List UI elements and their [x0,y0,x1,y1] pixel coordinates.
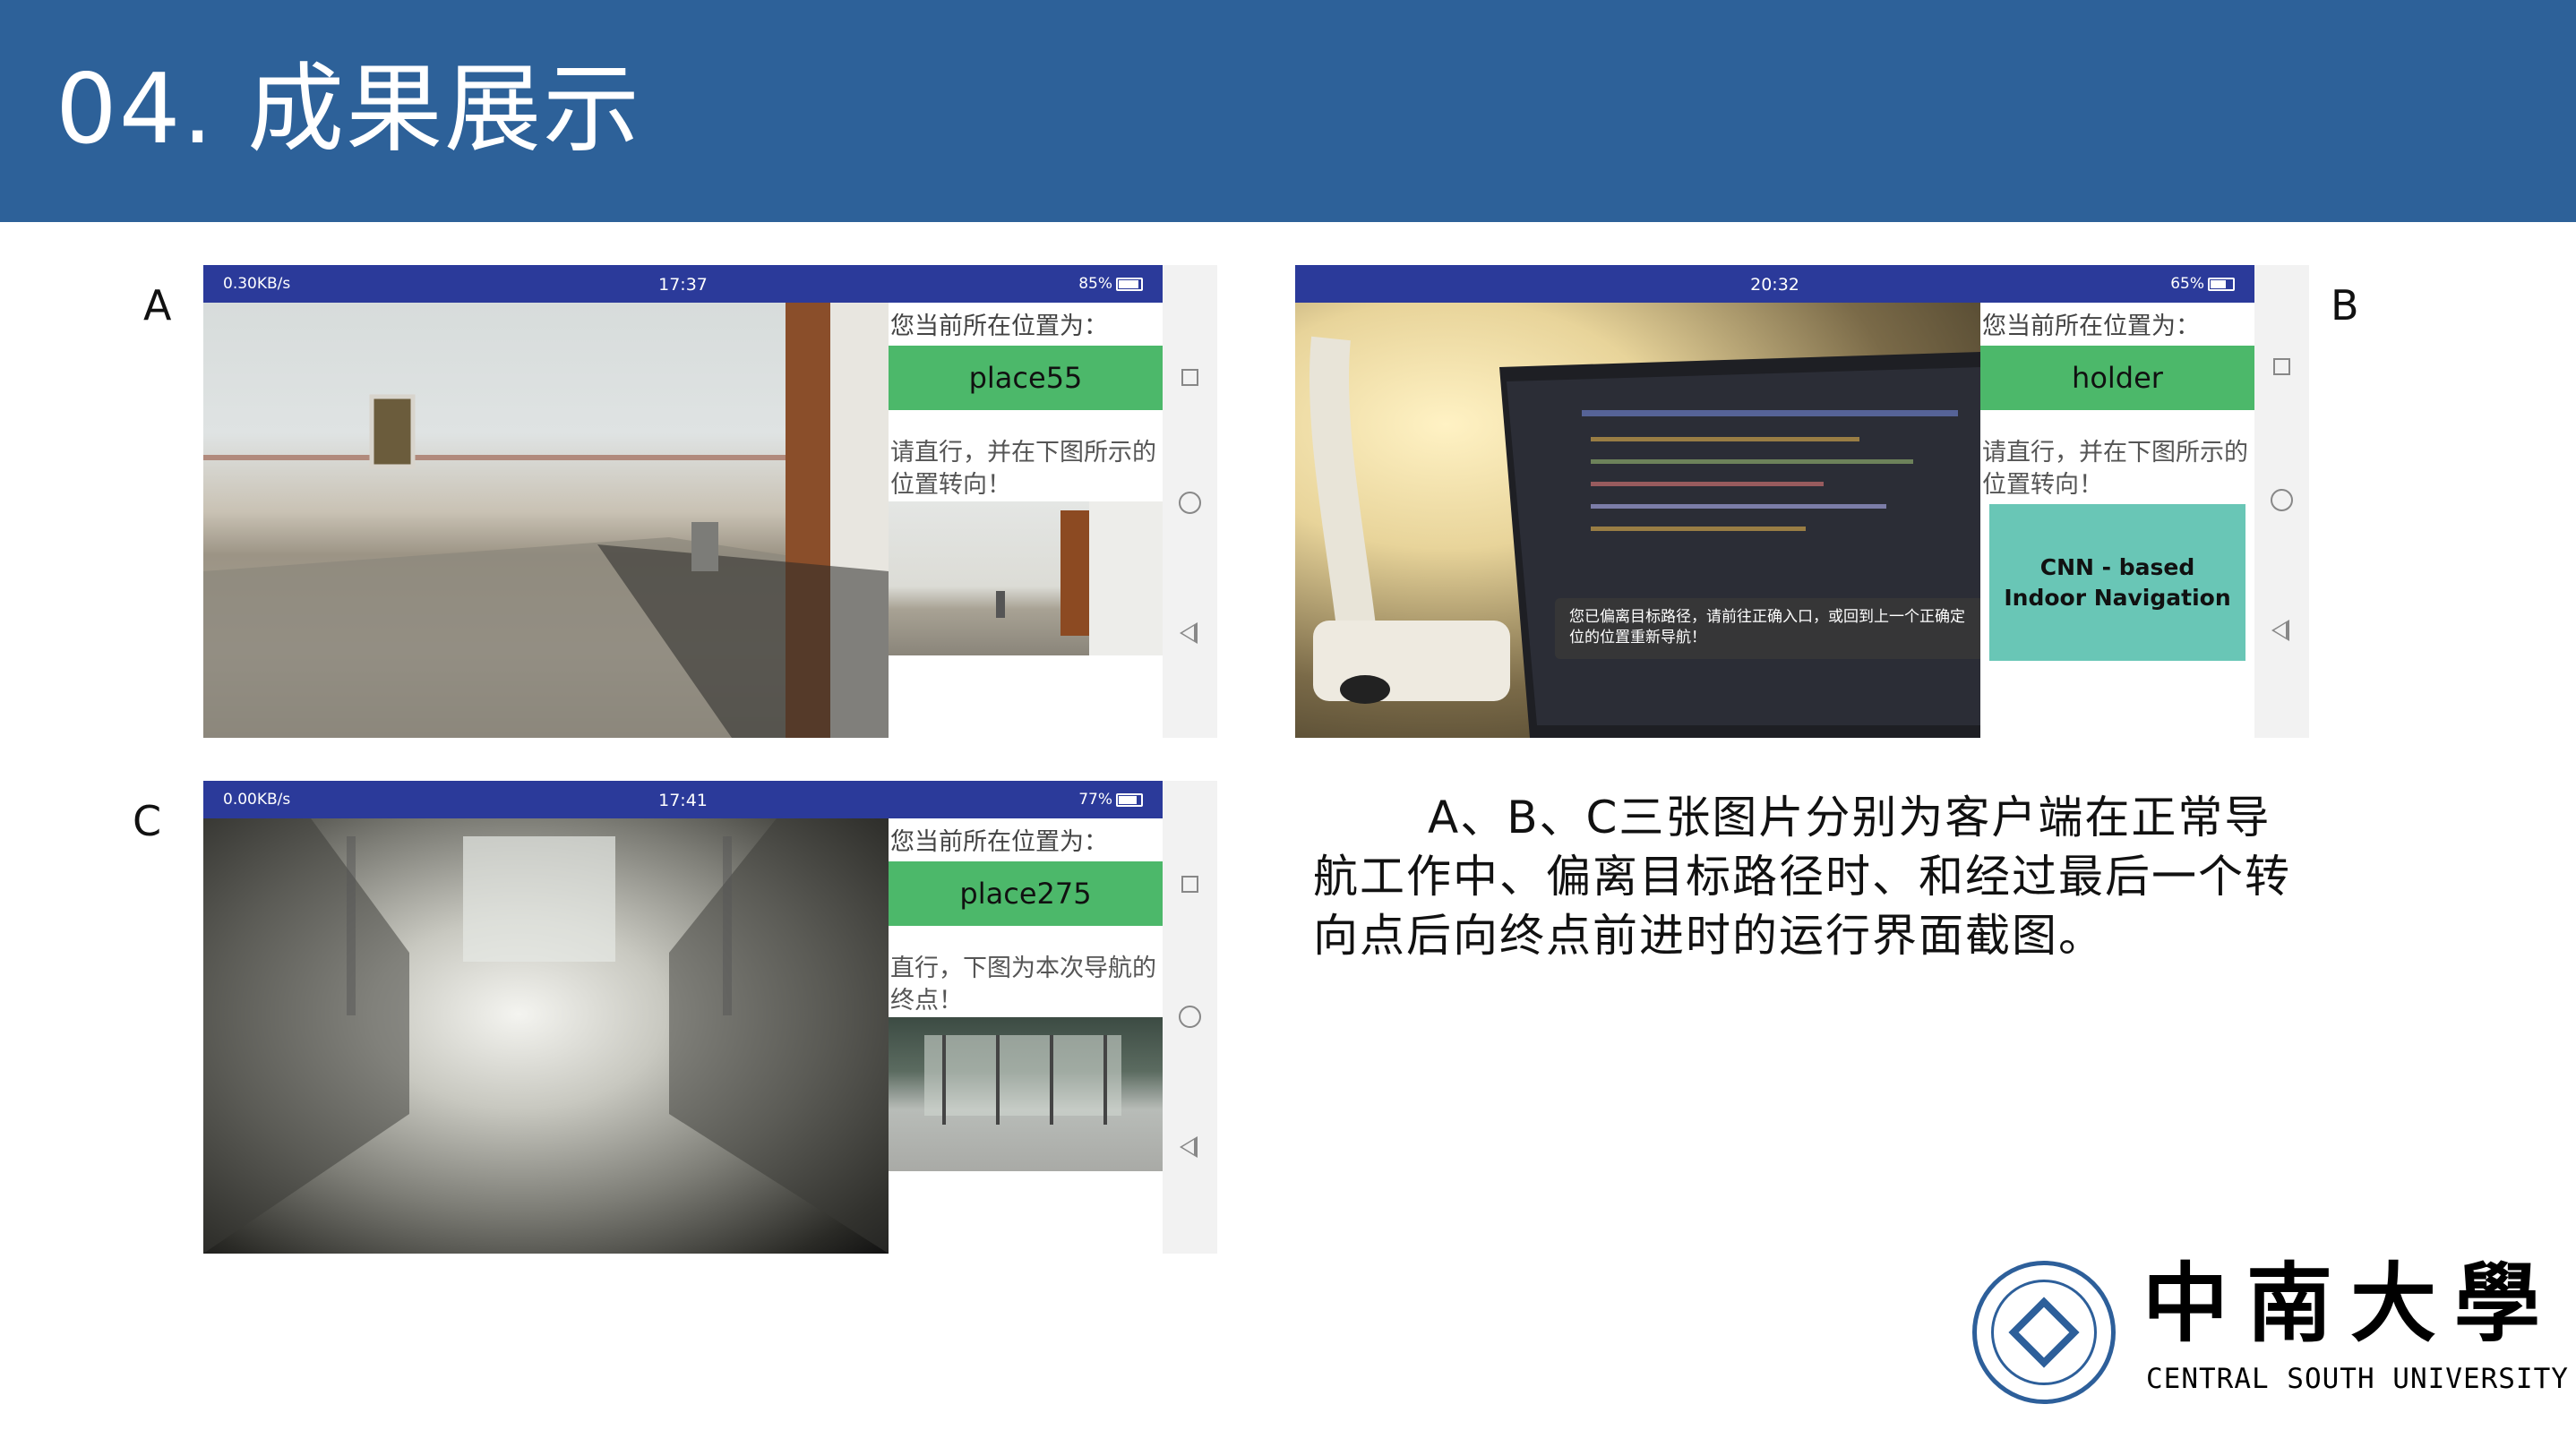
camera-preview [203,303,889,738]
screenshot-a: 0.30KB/s 17:37 85% 您当前所在位置为： place55 请直行… [203,265,1217,738]
current-place: place55 [889,346,1163,410]
destination-image [889,1017,1163,1171]
battery-status: 85% [1078,275,1143,293]
battery-percent: 65% [2170,275,2204,293]
android-nav-bar [2254,265,2309,738]
battery-status: 77% [1078,791,1143,809]
status-bar: 0.30KB/s 17:37 85% [203,265,1163,303]
screenshot-c: 0.00KB/s 17:41 77% 您当前所在位置为： place275 直行… [203,781,1217,1254]
turn-point-image [889,501,1163,655]
recents-icon[interactable] [1181,876,1198,893]
cnn-line-1: CNN - based [2039,553,2195,580]
status-bar: 0.00KB/s 17:41 77% [203,781,1163,818]
current-place: holder [1980,346,2254,410]
camera-preview: 您已偏离目标路径，请前往正确入口，或回到上一个正确定位的位置重新导航！ [1295,303,1980,738]
home-icon[interactable] [2271,489,2293,511]
back-icon[interactable] [1180,622,1198,644]
label-b: B [2331,281,2359,330]
university-name-cn: 中南大學 [2142,1253,2558,1354]
label-c: C [133,797,162,845]
home-icon[interactable] [1179,1006,1201,1028]
status-time: 17:37 [658,275,708,295]
battery-icon [1116,277,1143,291]
screenshot-b: 20:32 65% 您已偏离目标路径，请前往正确入口，或回到上一个正确定位的位置… [1295,265,2309,738]
battery-icon [1116,792,1143,807]
android-nav-bar [1163,781,1217,1254]
navigation-panel: 您当前所在位置为： place55 请直行，并在下图所示的位置转向！ [889,303,1163,738]
status-time: 20:32 [1750,275,1799,295]
navigation-panel: 您当前所在位置为： holder 请直行，并在下图所示的位置转向！ CNN - … [1980,303,2254,738]
slide-title: 04. 成果展示 [56,54,642,166]
cnn-line-2: Indoor Navigation [2004,584,2231,611]
slide-header: 04. 成果展示 [0,0,2576,222]
home-icon[interactable] [1179,492,1201,514]
position-label: 您当前所在位置为： [890,313,1108,340]
navigation-panel: 您当前所在位置为： place275 直行，下图为本次导航的终点！ [889,818,1163,1254]
instruction-text: 请直行，并在下图所示的位置转向！ [1982,439,2248,499]
camera-preview [203,818,889,1254]
recents-icon[interactable] [1181,369,1198,386]
position-label: 您当前所在位置为： [890,828,1108,856]
instruction-text: 请直行，并在下图所示的位置转向！ [890,439,1156,499]
back-icon[interactable] [2271,620,2289,641]
cnn-placeholder-image: CNN - based Indoor Navigation [1989,504,2245,661]
current-place: place275 [889,861,1163,926]
recents-icon[interactable] [2273,358,2290,375]
back-icon[interactable] [1180,1136,1198,1158]
status-time: 17:41 [658,791,708,810]
battery-percent: 85% [1078,275,1112,293]
position-label: 您当前所在位置为： [1982,313,2200,340]
label-a: A [143,281,172,330]
status-bar: 20:32 65% [1295,265,2254,303]
university-emblem-icon [1972,1261,2116,1404]
battery-status: 65% [2170,275,2235,293]
battery-icon [2208,277,2235,291]
description-text: A、B、C三张图片分别为客户端在正常导航工作中、偏离目标路径时、和经过最后一个转… [1313,792,2291,962]
university-name-en: CENTRAL SOUTH UNIVERSITY [2146,1363,2569,1395]
battery-percent: 77% [1078,791,1112,809]
deviation-toast: 您已偏离目标路径，请前往正确入口，或回到上一个正确定位的位置重新导航！ [1555,598,1980,659]
android-nav-bar [1163,265,1217,738]
instruction-text: 直行，下图为本次导航的终点！ [890,955,1156,1015]
